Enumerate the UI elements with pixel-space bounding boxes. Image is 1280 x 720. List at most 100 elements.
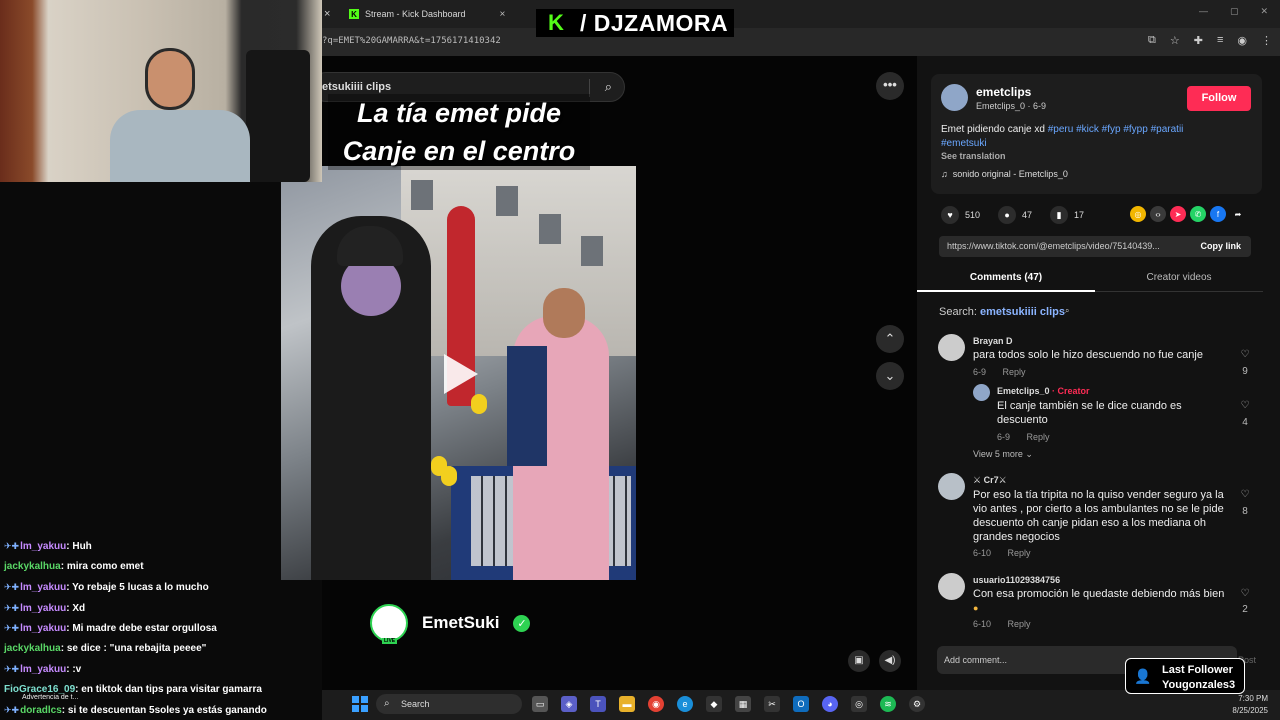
minimize-icon[interactable]: — bbox=[1199, 6, 1208, 17]
comment-like-icon[interactable]: ♡ bbox=[1237, 489, 1253, 500]
comment-icon[interactable]: ● bbox=[998, 206, 1017, 224]
chat-badge-icon: ✈✚ bbox=[4, 602, 20, 613]
comment-date: 6-10 bbox=[973, 548, 992, 558]
taskbar-search-label: Search bbox=[401, 699, 430, 709]
task-view-icon[interactable]: ▭ bbox=[532, 696, 548, 712]
url-field[interactable]: ?q=EMET%20GAMARRA&t=1756171410342 bbox=[322, 36, 501, 46]
chat-username: lm_yakuu bbox=[20, 623, 67, 634]
hashtag-emetsuki[interactable]: #emetsuki bbox=[941, 138, 987, 149]
video-window bbox=[539, 214, 561, 244]
poster-username[interactable]: emetclips bbox=[976, 85, 1031, 99]
reply-button[interactable]: Reply bbox=[1008, 619, 1031, 629]
menu-dots-icon[interactable]: ⋮ bbox=[1261, 34, 1272, 47]
chat-username: jackykalhua bbox=[4, 642, 61, 654]
tab-creator-videos[interactable]: Creator videos bbox=[1095, 272, 1263, 283]
windows-start-icon[interactable] bbox=[352, 696, 368, 712]
video-creator[interactable]: LIVE EmetSuki ✓ bbox=[370, 604, 531, 644]
creator-reply-avatar[interactable] bbox=[973, 384, 990, 401]
coin-icon[interactable]: ◎ bbox=[1130, 206, 1146, 222]
chat-message: ✈✚lm_yakuu: Xd bbox=[4, 602, 86, 614]
commenter-avatar[interactable] bbox=[938, 573, 965, 600]
settings-icon[interactable]: ⚙ bbox=[909, 696, 925, 712]
comment-username[interactable]: ⚔ Cr7⚔ bbox=[973, 475, 1007, 486]
sound-link[interactable]: ♫ sonido original - Emetclips_0 bbox=[941, 169, 1068, 179]
outlook-icon[interactable]: O bbox=[793, 696, 809, 712]
save-icon[interactable]: ▮ bbox=[1050, 206, 1069, 224]
video-link[interactable]: https://www.tiktok.com/@emetclips/video/… bbox=[947, 241, 1187, 251]
tab-tiktok[interactable]: × bbox=[322, 4, 330, 24]
reply-button[interactable]: Reply bbox=[1008, 548, 1031, 558]
taskbar-search[interactable]: ⌕ Search bbox=[376, 694, 522, 714]
commenter-avatar[interactable] bbox=[938, 473, 965, 500]
reply-user[interactable]: Emetclips_0 bbox=[997, 386, 1050, 396]
next-video-button[interactable]: ⌄ bbox=[876, 362, 904, 390]
pip-icon[interactable]: ▣ bbox=[848, 650, 870, 672]
bookmark-star-icon[interactable]: ☆ bbox=[1170, 34, 1180, 47]
view-more-replies[interactable]: View 5 more ⌄ bbox=[973, 449, 1033, 460]
reply-like-count: 4 bbox=[1242, 417, 1248, 428]
follow-button[interactable]: Follow bbox=[1187, 86, 1251, 111]
whatsapp-icon[interactable]: ✆ bbox=[1190, 206, 1206, 222]
comment-username[interactable]: usuario11029384756 bbox=[973, 575, 1060, 585]
volume-icon[interactable]: ◀) bbox=[879, 650, 901, 672]
music-note-icon: ♫ bbox=[941, 169, 948, 179]
teams-icon[interactable]: T bbox=[590, 696, 606, 712]
comment-meta: 6-10 Reply bbox=[973, 548, 1031, 558]
tab-kick-dashboard[interactable]: K Stream - Kick Dashboard × bbox=[349, 4, 505, 24]
app-icon[interactable]: ◆ bbox=[706, 696, 722, 712]
capcut-icon[interactable]: ✂ bbox=[764, 696, 780, 712]
maximize-icon[interactable]: ▢ bbox=[1230, 6, 1239, 17]
comment-like-count: 2 bbox=[1242, 604, 1248, 615]
chat-username: FioGrace16_09 bbox=[4, 683, 76, 695]
comment-text-line: Por eso la tía tripita no la quiso vende… bbox=[973, 489, 1224, 501]
send-icon[interactable]: ➤ bbox=[1170, 206, 1186, 222]
obs-icon[interactable]: ◎ bbox=[851, 696, 867, 712]
view-more-label[interactable]: View 5 more bbox=[973, 449, 1023, 459]
commenter-avatar[interactable] bbox=[938, 334, 965, 361]
chrome-icon[interactable]: ◉ bbox=[648, 696, 664, 712]
copy-link-button[interactable]: Copy link bbox=[1200, 241, 1241, 251]
embed-icon[interactable]: ‹› bbox=[1150, 206, 1166, 222]
reply-username[interactable]: Emetclips_0 · Creator bbox=[997, 386, 1090, 396]
search-icon[interactable]: ⌕ bbox=[605, 79, 612, 95]
comment-like-icon[interactable]: ♡ bbox=[1237, 588, 1253, 599]
tab-close-icon[interactable]: × bbox=[324, 8, 330, 20]
last-follower-widget: 👤 Last Follower Yougonzales3 bbox=[1125, 658, 1245, 694]
tab-close-icon[interactable]: × bbox=[500, 9, 506, 20]
video-window bbox=[581, 236, 603, 266]
poster-avatar[interactable] bbox=[941, 84, 968, 111]
search-input[interactable]: etsukiiii clips bbox=[322, 81, 391, 93]
reply-like-icon[interactable]: ♡ bbox=[1237, 400, 1253, 411]
edge-icon[interactable]: e bbox=[677, 696, 693, 712]
reply-button[interactable]: Reply bbox=[1003, 367, 1026, 377]
comment-username[interactable]: Brayan D bbox=[973, 336, 1013, 346]
media-icon[interactable]: ≡ bbox=[1217, 34, 1223, 47]
taskbar-clock[interactable]: 7:30 PM 8/25/2025 bbox=[1232, 693, 1268, 717]
search-term[interactable]: emetsukiiii clips bbox=[980, 306, 1065, 318]
discord-icon[interactable]: ◕ bbox=[822, 696, 838, 712]
extensions-icon[interactable]: ✚ bbox=[1194, 34, 1203, 47]
webcam-speaker bbox=[246, 50, 310, 182]
like-icon[interactable]: ♥ bbox=[941, 206, 959, 224]
comment-like-icon[interactable]: ♡ bbox=[1237, 349, 1253, 360]
spotify-icon[interactable]: ≋ bbox=[880, 696, 896, 712]
close-window-icon[interactable]: ✕ bbox=[1260, 6, 1268, 17]
chat-text: Xd bbox=[72, 602, 86, 614]
profile-icon[interactable]: ◉ bbox=[1237, 34, 1247, 47]
creator-avatar[interactable]: LIVE bbox=[370, 604, 408, 644]
play-icon[interactable] bbox=[444, 354, 478, 394]
share-arrow-icon[interactable]: ➦ bbox=[1230, 206, 1246, 222]
comment-search-suggestion[interactable]: Search: emetsukiiii clips⌕ bbox=[939, 306, 1069, 318]
file-explorer-icon[interactable]: ▬ bbox=[619, 696, 635, 712]
hashtags[interactable]: #peru #kick #fyp #fypp #paratii bbox=[1048, 124, 1184, 135]
copilot-icon[interactable]: ◈ bbox=[561, 696, 577, 712]
reply-button[interactable]: Reply bbox=[1027, 432, 1050, 442]
see-translation-link[interactable]: See translation bbox=[941, 151, 1006, 161]
chat-message: ✈✚doradlcs: si te descuentan 5soles ya e… bbox=[4, 705, 267, 716]
tab-comments[interactable]: Comments (47) bbox=[917, 272, 1095, 283]
facebook-icon[interactable]: f bbox=[1210, 206, 1226, 222]
store-icon[interactable]: ▦ bbox=[735, 696, 751, 712]
previous-video-button[interactable]: ⌃ bbox=[876, 325, 904, 353]
more-options-button[interactable]: ••• bbox=[876, 72, 904, 100]
cast-icon[interactable]: ⧉ bbox=[1148, 34, 1156, 47]
